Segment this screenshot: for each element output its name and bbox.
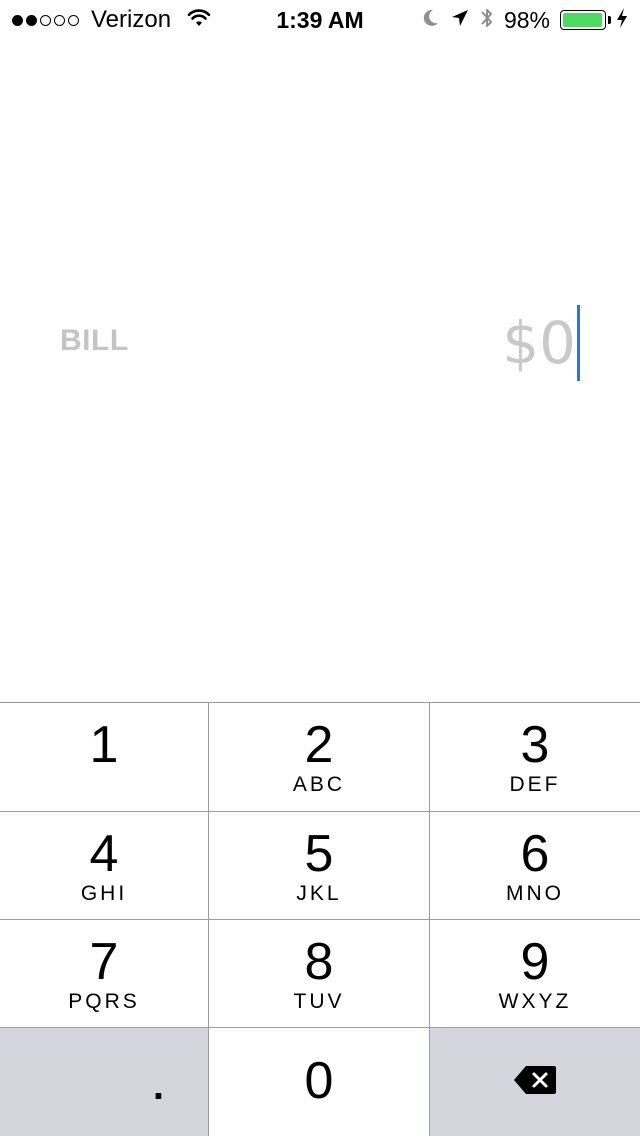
key-digit: 1	[89, 716, 119, 774]
key-9[interactable]: 9 WXYZ	[430, 920, 640, 1028]
signal-dot	[68, 14, 79, 26]
signal-dot	[40, 14, 51, 26]
signal-strength-icon	[12, 14, 79, 26]
status-bar-right: 98%	[420, 6, 640, 35]
signal-dot	[12, 14, 23, 26]
bill-amount: $0	[502, 309, 576, 377]
bill-label: BILL	[60, 324, 129, 357]
key-digit: 4	[89, 825, 119, 883]
key-delete[interactable]	[430, 1028, 640, 1136]
key-letters: JKL	[296, 882, 342, 905]
key-letters: MNO	[506, 882, 564, 905]
signal-dot	[26, 14, 37, 26]
key-4[interactable]: 4 GHI	[0, 812, 209, 920]
location-arrow-icon	[450, 8, 470, 33]
key-digit: 3	[520, 716, 550, 774]
key-5[interactable]: 5 JKL	[209, 812, 430, 920]
wifi-icon	[187, 8, 211, 32]
bill-amount-input[interactable]: $0	[502, 304, 580, 382]
key-digit: 9	[520, 933, 550, 991]
key-digit: 2	[304, 716, 334, 774]
key-2[interactable]: 2 ABC	[209, 703, 430, 812]
carrier-name: Verizon	[91, 6, 172, 33]
key-6[interactable]: 6 MNO	[430, 812, 640, 920]
charging-bolt-icon	[616, 7, 628, 34]
key-0[interactable]: 0	[209, 1028, 430, 1136]
bluetooth-icon	[480, 6, 494, 35]
battery-percent: 98%	[503, 6, 550, 33]
number-keypad: 1 2 ABC 3 DEF 4 GHI 5 JKL 6 MNO 7 PQRS 8…	[0, 702, 640, 1136]
key-digit: 0	[304, 1052, 334, 1110]
battery-fill	[563, 13, 603, 27]
key-decimal-label: .	[152, 1064, 164, 1108]
status-bar-left: Verizon	[0, 6, 211, 34]
key-7[interactable]: 7 PQRS	[0, 920, 209, 1028]
moon-icon	[420, 8, 440, 33]
key-8[interactable]: 8 TUV	[209, 920, 430, 1028]
text-cursor	[577, 305, 580, 381]
key-letters: DEF	[509, 773, 561, 796]
battery-icon	[560, 10, 611, 30]
status-bar: Verizon 1:39 AM 98%	[0, 0, 640, 40]
key-letters: TUV	[293, 990, 345, 1013]
key-digit: 8	[304, 933, 334, 991]
key-3[interactable]: 3 DEF	[430, 703, 640, 812]
signal-dot	[54, 14, 65, 26]
key-letters: GHI	[80, 882, 128, 905]
key-letters: WXYZ	[498, 990, 572, 1013]
key-decimal[interactable]: .	[0, 1028, 209, 1136]
battery-nub	[608, 16, 611, 24]
key-letters: PQRS	[68, 990, 140, 1013]
screen: Verizon 1:39 AM 98% BILL $0 1 2 ABC 3 DE…	[0, 0, 640, 1136]
key-digit: 5	[304, 825, 334, 883]
key-digit: 6	[520, 825, 550, 883]
key-letters: ABC	[292, 773, 346, 796]
backspace-icon	[512, 1064, 558, 1101]
key-digit: 7	[89, 933, 119, 991]
key-1[interactable]: 1	[0, 703, 209, 812]
